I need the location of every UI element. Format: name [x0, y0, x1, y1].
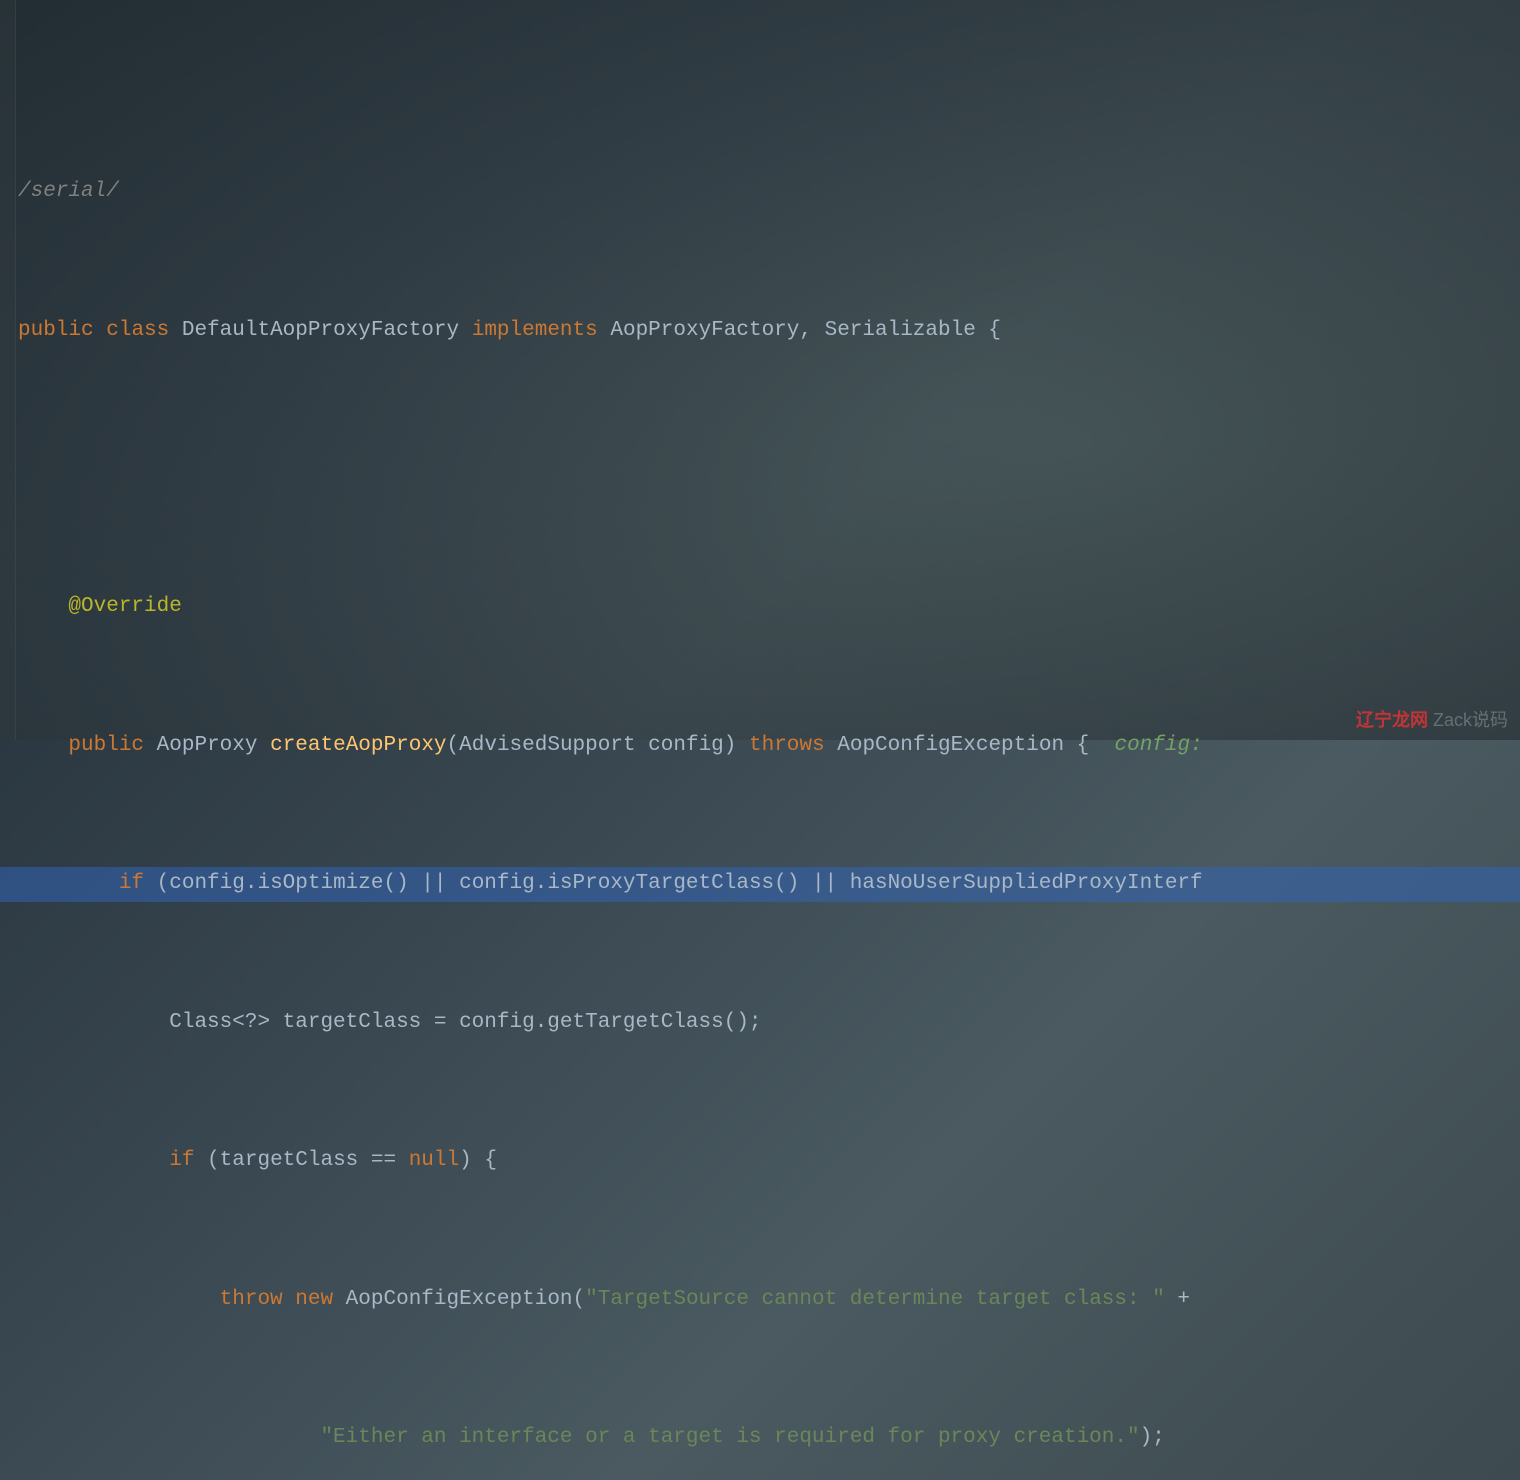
code-line[interactable]: public AopProxy createAopProxy(AdvisedSu…	[18, 729, 1520, 764]
comment-text: /serial/	[18, 175, 119, 210]
statement: Class<?> targetClass = config.getTargetC…	[169, 1006, 761, 1041]
keyword-new: new	[295, 1283, 333, 1318]
keyword-implements: implements	[472, 314, 598, 349]
watermark-red: 辽宁龙网	[1356, 710, 1428, 730]
code-line[interactable]: /serial/	[18, 175, 1520, 210]
code-line[interactable]: if (targetClass == null) {	[18, 1144, 1520, 1179]
keyword-if: if	[119, 867, 144, 902]
annotation-override: @Override	[68, 590, 181, 625]
method-params: (AdvisedSupport config)	[447, 729, 737, 764]
string-literal: "TargetSource cannot determine target cl…	[585, 1283, 1165, 1318]
return-type: AopProxy	[157, 729, 258, 764]
code-line[interactable]: @Override	[18, 590, 1520, 625]
code-line-empty[interactable]	[18, 452, 1520, 487]
watermark-grey: Zack说码	[1433, 710, 1508, 730]
keyword-public: public	[18, 314, 94, 349]
code-area: /serial/ public class DefaultAopProxyFac…	[0, 69, 1520, 1480]
keyword-public: public	[68, 729, 144, 764]
keyword-null: null	[409, 1144, 459, 1179]
class-name: DefaultAopProxyFactory	[182, 314, 459, 349]
param-hint: config:	[1089, 729, 1202, 764]
keyword-if: if	[169, 1144, 194, 1179]
code-editor[interactable]: /serial/ public class DefaultAopProxyFac…	[0, 0, 1520, 1480]
keyword-throw: throw	[220, 1283, 283, 1318]
method-name: createAopProxy	[270, 729, 446, 764]
code-line[interactable]: public class DefaultAopProxyFactory impl…	[18, 314, 1520, 349]
exception-type: AopConfigException {	[837, 729, 1089, 764]
code-line[interactable]: "Either an interface or a target is requ…	[18, 1421, 1520, 1456]
code-line[interactable]: Class<?> targetClass = config.getTargetC…	[18, 1006, 1520, 1041]
if-condition: (config.isOptimize() || config.isProxyTa…	[144, 867, 1203, 902]
interface-list: AopProxyFactory, Serializable {	[610, 314, 1001, 349]
watermark: 辽宁龙网 Zack说码	[1356, 706, 1508, 732]
keyword-throws: throws	[749, 729, 825, 764]
code-line-highlighted[interactable]: if (config.isOptimize() || config.isProx…	[0, 867, 1520, 902]
keyword-class: class	[106, 314, 169, 349]
code-line[interactable]: throw new AopConfigException("TargetSour…	[18, 1283, 1520, 1318]
string-literal: "Either an interface or a target is requ…	[320, 1421, 1139, 1456]
